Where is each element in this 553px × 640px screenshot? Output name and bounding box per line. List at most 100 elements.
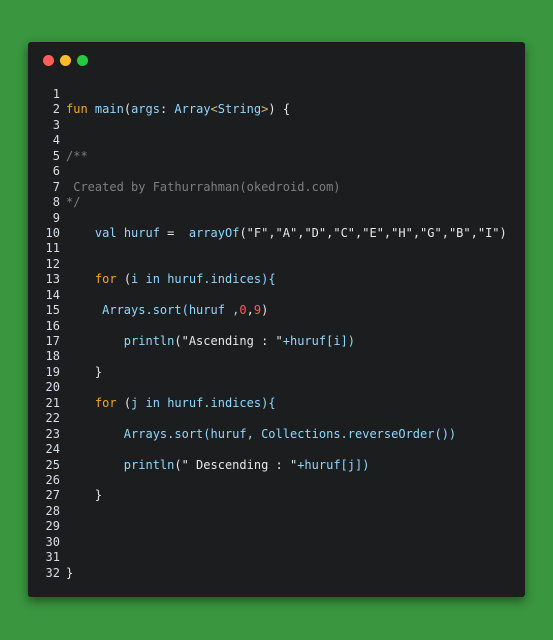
punct: ) — [261, 303, 269, 318]
line-number: 18 — [45, 349, 60, 364]
keyword: in — [138, 272, 168, 287]
code-line: 30 — [28, 535, 525, 550]
line-number: 9 — [52, 210, 60, 225]
keyword: fun — [66, 102, 88, 117]
code-line: 21 for (j in huruf.indices){ — [28, 396, 525, 411]
line-number: 1 — [52, 87, 60, 101]
keyword: for — [94, 272, 117, 287]
code-line: 29 — [28, 519, 525, 534]
line-number: 15 — [45, 303, 60, 318]
line-number: 19 — [45, 364, 60, 379]
code-line: 18 — [28, 349, 525, 364]
function-name: main — [94, 102, 124, 117]
line-number: 21 — [45, 395, 60, 410]
line-number: 29 — [45, 519, 60, 534]
function-call: println — [123, 334, 175, 348]
line-number: 16 — [45, 318, 60, 333]
code-line: 12 — [28, 257, 525, 272]
line-number: 22 — [45, 411, 60, 426]
punct: ( — [116, 272, 132, 287]
code-line: 28 — [28, 504, 525, 519]
comment: /** — [66, 148, 88, 163]
code-line: 32} — [28, 566, 525, 581]
line-number: 26 — [45, 472, 60, 487]
punct: : — [159, 102, 175, 117]
function-call: Arrays.sort — [102, 303, 182, 318]
code-line: 9 — [28, 211, 525, 226]
function-call: Arrays.sort — [123, 426, 204, 441]
maximize-dot-icon[interactable] — [77, 55, 88, 66]
type: Array — [174, 102, 211, 117]
punct: ) { — [268, 102, 291, 117]
code-line: 11 — [28, 241, 525, 256]
line-number: 5 — [52, 148, 60, 163]
line-number: 8 — [52, 195, 60, 210]
punct: < — [210, 102, 218, 117]
brace: } — [66, 565, 74, 580]
expression: +huruf[j]) — [297, 457, 370, 472]
line-number: 31 — [45, 550, 60, 565]
code-line: 17 println("Ascending : "+huruf[i]) — [28, 334, 525, 349]
line-number: 7 — [52, 179, 60, 194]
line-number: 32 — [45, 565, 60, 580]
line-number: 17 — [45, 334, 60, 348]
code-line: 1 — [28, 87, 525, 102]
number: 0 — [239, 303, 247, 318]
expression: huruf.indices){ — [167, 272, 276, 287]
minimize-dot-icon[interactable] — [60, 55, 71, 66]
code-line: 20 — [28, 380, 525, 395]
code-line: 16 — [28, 319, 525, 334]
code-line: 15 Arrays.sort(huruf ,0,9) — [28, 303, 525, 318]
line-number: 23 — [45, 426, 60, 441]
code-line: 31 — [28, 550, 525, 565]
param: args — [131, 102, 160, 117]
line-number: 14 — [45, 287, 60, 302]
line-number: 25 — [45, 457, 60, 472]
close-dot-icon[interactable] — [43, 55, 54, 66]
code-line: 25 println(" Descending : "+huruf[j]) — [28, 458, 525, 473]
brace: } — [66, 488, 103, 503]
line-number: 24 — [45, 442, 60, 457]
code-window: 1 2 fun main(args: Array<String>) { 3 4 5… — [28, 42, 525, 597]
code-line: 22 — [28, 411, 525, 426]
line-number: 13 — [45, 272, 60, 287]
punct: ( — [123, 102, 132, 117]
expression: huruf.indices){ — [167, 395, 276, 410]
code-line: 19 } — [28, 365, 525, 380]
expression: (huruf , — [181, 303, 240, 318]
punct: ( — [116, 395, 132, 410]
punct: , — [246, 303, 254, 318]
string: (" Descending : " — [174, 457, 298, 472]
keyword: val — [94, 225, 117, 240]
code-area: 1 2 fun main(args: Array<String>) { 3 4 5… — [28, 87, 525, 581]
line-number: 27 — [45, 488, 60, 503]
string-args: ("F","A","D","C","E","H","G","B","I") — [239, 225, 507, 240]
line-number: 10 — [45, 225, 60, 240]
code-line: 2 fun main(args: Array<String>) { — [28, 102, 525, 117]
type-arg: String — [217, 102, 262, 117]
code-line: 4 — [28, 133, 525, 148]
code-line: 23 Arrays.sort(huruf, Collections.revers… — [28, 427, 525, 442]
code-line: 8 */ — [28, 195, 525, 210]
brace: } — [66, 364, 103, 379]
code-line: 3 — [28, 118, 525, 133]
line-number: 11 — [45, 241, 60, 256]
variable: huruf — [123, 225, 160, 240]
keyword: in — [138, 395, 168, 410]
code-line: 24 — [28, 442, 525, 457]
code-line: 7 Created by Fathurrahman(okedroid.com) — [28, 180, 525, 195]
expression: (huruf, Collections.reverseOrder()) — [203, 426, 457, 441]
line-number: 12 — [45, 256, 60, 271]
line-number: 28 — [45, 503, 60, 518]
line-number: 20 — [45, 380, 60, 395]
line-number: 3 — [52, 117, 60, 132]
code-line: 10 val huruf = arrayOf("F","A","D","C","… — [28, 226, 525, 241]
